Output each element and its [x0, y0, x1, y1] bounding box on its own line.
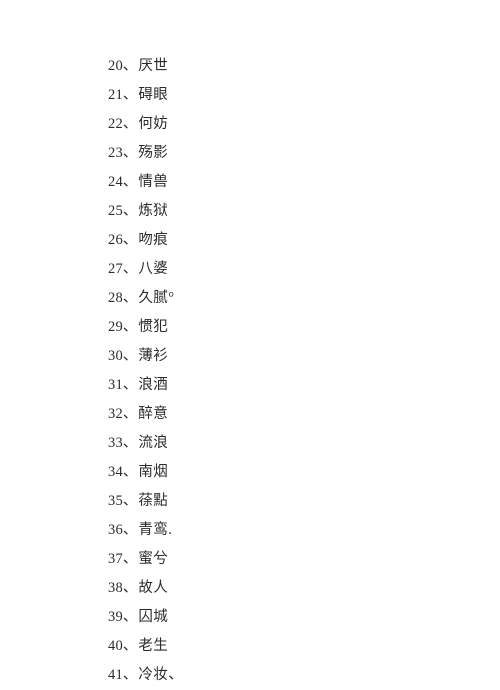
list-item: 31、浪酒 [0, 371, 500, 400]
entry-text: 薄衫 [138, 348, 169, 364]
entry-separator: 、 [122, 145, 138, 161]
list-item: 21、碍眼 [0, 81, 500, 110]
entry-index: 24 [108, 174, 123, 190]
list-item: 25、炼狱 [0, 197, 500, 226]
list-item: 39、囚城 [0, 603, 500, 632]
document-page: 20、厌世 21、碍眼 22、何妨 23、殇影 24、情兽 25、炼狱 26、吻痕 27、八婆… [0, 0, 500, 683]
entry-index: 20 [108, 58, 123, 74]
entry-text: 流浪 [138, 435, 169, 451]
list-item: 32、醉意 [0, 400, 500, 429]
list-item: 27、八婆 [0, 255, 500, 284]
entry-index: 21 [108, 87, 123, 103]
entry-index: 40 [108, 638, 123, 654]
list-item: 22、何妨 [0, 110, 500, 139]
entry-text: 八婆 [138, 261, 169, 277]
list-item: 37、蜜兮 [0, 545, 500, 574]
entry-text: 囚城 [138, 609, 169, 625]
entry-text: 浪酒 [138, 377, 169, 393]
entry-text: 青鸾. [138, 522, 173, 538]
list-item: 35、蒣點 [0, 487, 500, 516]
entry-text: 吻痕 [138, 232, 169, 248]
entry-separator: 、 [122, 435, 138, 451]
entry-separator: 、 [122, 609, 138, 625]
entry-text: 殇影 [138, 145, 169, 161]
entry-index: 28 [108, 290, 123, 306]
list-item: 34、南烟 [0, 458, 500, 487]
list-item: 28、久腻° [0, 284, 500, 313]
entry-index: 34 [108, 464, 123, 480]
entry-separator: 、 [122, 464, 138, 480]
list-item: 20、厌世 [0, 52, 500, 81]
entry-index: 33 [108, 435, 123, 451]
list-item: 24、情兽 [0, 168, 500, 197]
entry-index: 39 [108, 609, 123, 625]
entry-text: 故人 [138, 580, 169, 596]
entry-separator: 、 [122, 406, 138, 422]
entry-text: 何妨 [138, 116, 169, 132]
list-item: 26、吻痕 [0, 226, 500, 255]
entry-separator: 、 [122, 348, 138, 364]
entry-text: 南烟 [138, 464, 169, 480]
entry-separator: 、 [122, 377, 138, 393]
entry-separator: 、 [122, 87, 138, 103]
entry-separator: 、 [122, 232, 138, 248]
entry-index: 30 [108, 348, 123, 364]
entry-separator: 、 [122, 203, 138, 219]
list-item: 36、青鸾. [0, 516, 500, 545]
entry-text: 炼狱 [138, 203, 169, 219]
entry-separator: 、 [122, 290, 138, 306]
entry-separator: 、 [122, 551, 138, 567]
entry-separator: 、 [122, 261, 138, 277]
entry-separator: 、 [122, 58, 138, 74]
list-item: 33、流浪 [0, 429, 500, 458]
entry-index: 25 [108, 203, 123, 219]
list-item: 23、殇影 [0, 139, 500, 168]
entry-separator: 、 [122, 116, 138, 132]
entry-text: 老生 [138, 638, 169, 654]
entry-index: 38 [108, 580, 123, 596]
entry-text: 惯犯 [138, 319, 169, 335]
entry-text: 冷妆、 [138, 667, 184, 683]
entry-text: 厌世 [138, 58, 169, 74]
list-item: 38、故人 [0, 574, 500, 603]
entry-index: 37 [108, 551, 123, 567]
entry-text: 醉意 [138, 406, 169, 422]
list-item: 29、惯犯 [0, 313, 500, 342]
list-item: 30、薄衫 [0, 342, 500, 371]
entry-index: 32 [108, 406, 123, 422]
entry-index: 36 [108, 522, 123, 538]
entry-text: 久腻° [138, 290, 175, 306]
numbered-entry-list: 20、厌世 21、碍眼 22、何妨 23、殇影 24、情兽 25、炼狱 26、吻痕 27、八婆… [0, 52, 500, 690]
entry-separator: 、 [122, 667, 138, 683]
entry-text: 蒣點 [138, 493, 169, 509]
entry-separator: 、 [122, 522, 138, 538]
entry-index: 41 [108, 667, 123, 683]
entry-index: 26 [108, 232, 123, 248]
entry-index: 31 [108, 377, 123, 393]
entry-separator: 、 [122, 638, 138, 654]
entry-index: 35 [108, 493, 123, 509]
entry-separator: 、 [122, 580, 138, 596]
entry-index: 23 [108, 145, 123, 161]
list-item: 41、冷妆、 [0, 661, 500, 690]
entry-separator: 、 [122, 319, 138, 335]
entry-index: 29 [108, 319, 123, 335]
entry-text: 蜜兮 [138, 551, 169, 567]
entry-separator: 、 [122, 493, 138, 509]
entry-separator: 、 [122, 174, 138, 190]
entry-text: 碍眼 [138, 87, 169, 103]
entry-index: 27 [108, 261, 123, 277]
entry-text: 情兽 [138, 174, 169, 190]
list-item: 40、老生 [0, 632, 500, 661]
entry-index: 22 [108, 116, 123, 132]
